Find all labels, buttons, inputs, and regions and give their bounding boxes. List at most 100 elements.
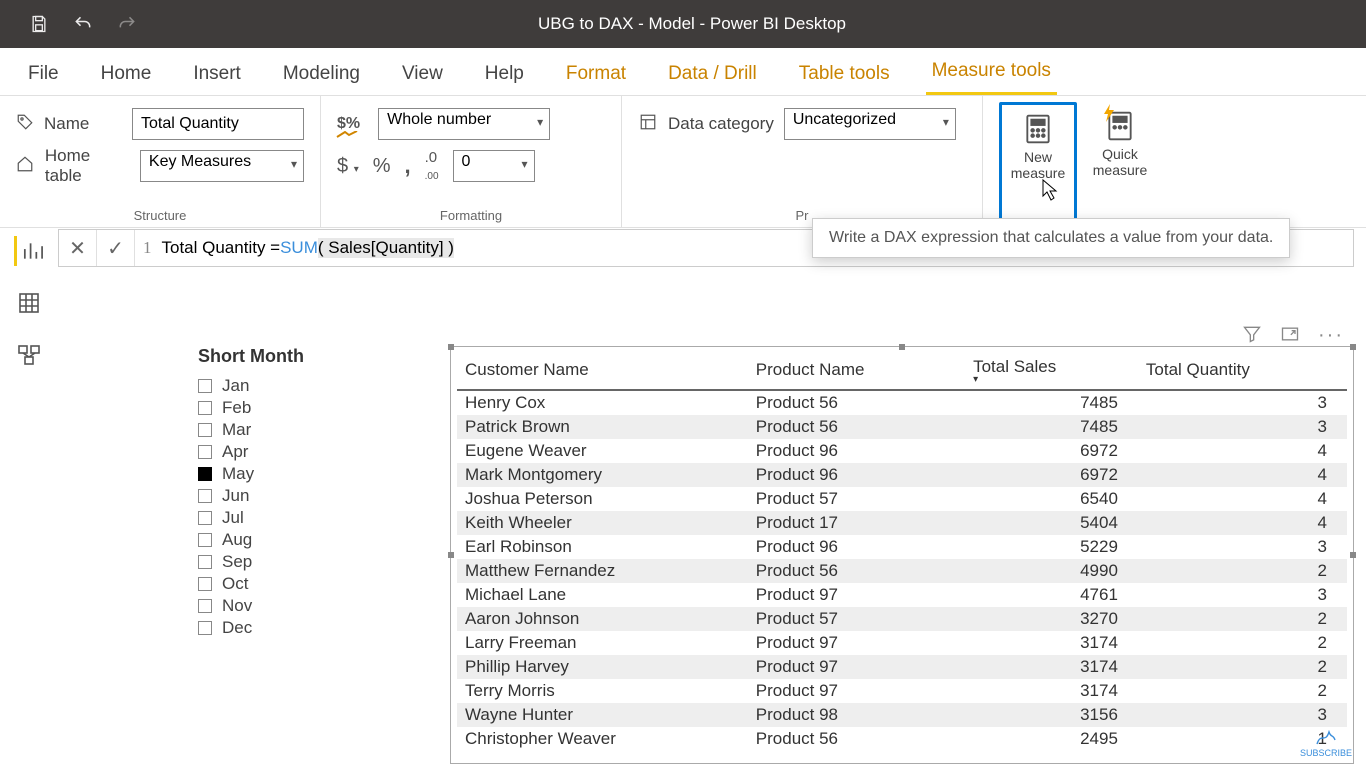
table-cell: Eugene Weaver xyxy=(457,439,748,463)
measure-name-input[interactable] xyxy=(132,108,304,140)
checkbox-icon[interactable] xyxy=(198,379,212,393)
table-row[interactable]: Joshua PetersonProduct 5765404 xyxy=(457,487,1347,511)
data-category-select[interactable]: Uncategorized xyxy=(784,108,956,140)
category-icon xyxy=(638,113,658,136)
checkbox-icon[interactable] xyxy=(198,621,212,635)
table-row[interactable]: Mark MontgomeryProduct 9669724 xyxy=(457,463,1347,487)
table-header[interactable]: Product Name xyxy=(748,353,965,390)
tab-help[interactable]: Help xyxy=(479,55,530,95)
tab-modeling[interactable]: Modeling xyxy=(277,55,366,95)
decimals-input[interactable]: 0 xyxy=(453,150,535,182)
model-view-icon[interactable] xyxy=(14,340,44,370)
table-row[interactable]: Keith WheelerProduct 1754044 xyxy=(457,511,1347,535)
table-row[interactable]: Michael LaneProduct 9747613 xyxy=(457,583,1347,607)
home-table-select[interactable]: Key Measures xyxy=(140,150,304,182)
table-row[interactable]: Eugene WeaverProduct 9669724 xyxy=(457,439,1347,463)
thousands-button[interactable]: , xyxy=(405,153,411,179)
new-measure-button[interactable]: New measure xyxy=(999,102,1077,227)
tab-table-tools[interactable]: Table tools xyxy=(793,55,896,95)
table-header[interactable]: Total Sales xyxy=(965,353,1138,390)
checkbox-icon[interactable] xyxy=(198,577,212,591)
currency-button[interactable]: $ ▾ xyxy=(337,155,359,178)
table-cell: 4761 xyxy=(965,583,1138,607)
quick-measure-button[interactable]: Quick measure xyxy=(1081,102,1159,227)
slicer-item[interactable]: Aug xyxy=(198,529,388,551)
format-select[interactable]: Whole number xyxy=(378,108,550,140)
slicer-item[interactable]: Nov xyxy=(198,595,388,617)
slicer-item[interactable]: Jan xyxy=(198,375,388,397)
formula-commit-button[interactable]: ✓ xyxy=(97,230,135,266)
slicer-item[interactable]: Feb xyxy=(198,397,388,419)
checkbox-icon[interactable] xyxy=(198,599,212,613)
report-view-icon[interactable] xyxy=(14,236,44,266)
slicer-short-month[interactable]: Short Month JanFebMarAprMayJunJulAugSepO… xyxy=(198,346,388,639)
table-cell: Product 56 xyxy=(748,727,965,751)
tab-measure-tools[interactable]: Measure tools xyxy=(926,52,1057,95)
checkbox-icon[interactable] xyxy=(198,511,212,525)
table-cell: 2 xyxy=(1138,655,1347,679)
ribbon-body: Name Home table Key Measures Structure $… xyxy=(0,96,1366,228)
table-cell: Product 17 xyxy=(748,511,965,535)
data-category-label: Data category xyxy=(668,114,774,134)
slicer-item[interactable]: Oct xyxy=(198,573,388,595)
tab-file[interactable]: File xyxy=(22,55,65,95)
checkbox-icon[interactable] xyxy=(198,401,212,415)
slicer-item[interactable]: Mar xyxy=(198,419,388,441)
table-row[interactable]: Earl RobinsonProduct 9652293 xyxy=(457,535,1347,559)
title-bar: UBG to DAX - Model - Power BI Desktop xyxy=(0,0,1366,48)
tab-format[interactable]: Format xyxy=(560,55,632,95)
checkbox-icon[interactable] xyxy=(198,489,212,503)
table-row[interactable]: Terry MorrisProduct 9731742 xyxy=(457,679,1347,703)
checkbox-icon[interactable] xyxy=(198,555,212,569)
checkbox-icon[interactable] xyxy=(198,467,212,481)
table-header[interactable]: Total Quantity xyxy=(1138,353,1347,390)
slicer-item-label: Jun xyxy=(222,486,249,506)
table-row[interactable]: Phillip HarveyProduct 9731742 xyxy=(457,655,1347,679)
table-visual[interactable]: Customer NameProduct NameTotal SalesTota… xyxy=(450,346,1354,764)
save-icon[interactable] xyxy=(28,13,50,35)
table-cell: Product 97 xyxy=(748,631,965,655)
tab-home[interactable]: Home xyxy=(95,55,158,95)
undo-icon[interactable] xyxy=(72,13,94,35)
table-cell: 3174 xyxy=(965,679,1138,703)
table-cell: 4 xyxy=(1138,511,1347,535)
table-cell: 3 xyxy=(1138,703,1347,727)
slicer-item[interactable]: May xyxy=(198,463,388,485)
table-cell: 4990 xyxy=(965,559,1138,583)
format-icon: $% xyxy=(337,115,360,133)
slicer-item[interactable]: Apr xyxy=(198,441,388,463)
tab-data-drill[interactable]: Data / Drill xyxy=(662,55,763,95)
slicer-item[interactable]: Sep xyxy=(198,551,388,573)
table-row[interactable]: Aaron JohnsonProduct 5732702 xyxy=(457,607,1347,631)
checkbox-icon[interactable] xyxy=(198,533,212,547)
table-row[interactable]: Matthew FernandezProduct 5649902 xyxy=(457,559,1347,583)
slicer-item-label: Aug xyxy=(222,530,252,550)
slicer-item[interactable]: Dec xyxy=(198,617,388,639)
slicer-item[interactable]: Jun xyxy=(198,485,388,507)
decimal-icon[interactable]: .0.00 xyxy=(425,149,439,183)
table-row[interactable]: Henry CoxProduct 5674853 xyxy=(457,390,1347,415)
table-cell: Patrick Brown xyxy=(457,415,748,439)
slicer-item[interactable]: Jul xyxy=(198,507,388,529)
table-row[interactable]: Wayne HunterProduct 9831563 xyxy=(457,703,1347,727)
checkbox-icon[interactable] xyxy=(198,445,212,459)
data-view-icon[interactable] xyxy=(14,288,44,318)
checkbox-icon[interactable] xyxy=(198,423,212,437)
table-row[interactable]: Christopher WeaverProduct 5624951 xyxy=(457,727,1347,751)
table-cell: Product 96 xyxy=(748,439,965,463)
table-header[interactable]: Customer Name xyxy=(457,353,748,390)
tab-insert[interactable]: Insert xyxy=(187,55,247,95)
formula-args: ( Sales[Quantity] ) xyxy=(318,238,454,258)
table-cell: Product 98 xyxy=(748,703,965,727)
percent-button[interactable]: % xyxy=(373,155,391,178)
table-row[interactable]: Larry FreemanProduct 9731742 xyxy=(457,631,1347,655)
table-cell: Aaron Johnson xyxy=(457,607,748,631)
table-row[interactable]: Patrick BrownProduct 5674853 xyxy=(457,415,1347,439)
tab-view[interactable]: View xyxy=(396,55,449,95)
formula-cancel-button[interactable]: ✕ xyxy=(59,230,97,266)
table-cell: Product 57 xyxy=(748,487,965,511)
formula-text-pre: Total Quantity = xyxy=(162,238,281,258)
redo-icon[interactable] xyxy=(116,13,138,35)
report-canvas[interactable]: ··· Short Month JanFebMarAprMayJunJulAug… xyxy=(58,268,1366,768)
table-cell: 3156 xyxy=(965,703,1138,727)
